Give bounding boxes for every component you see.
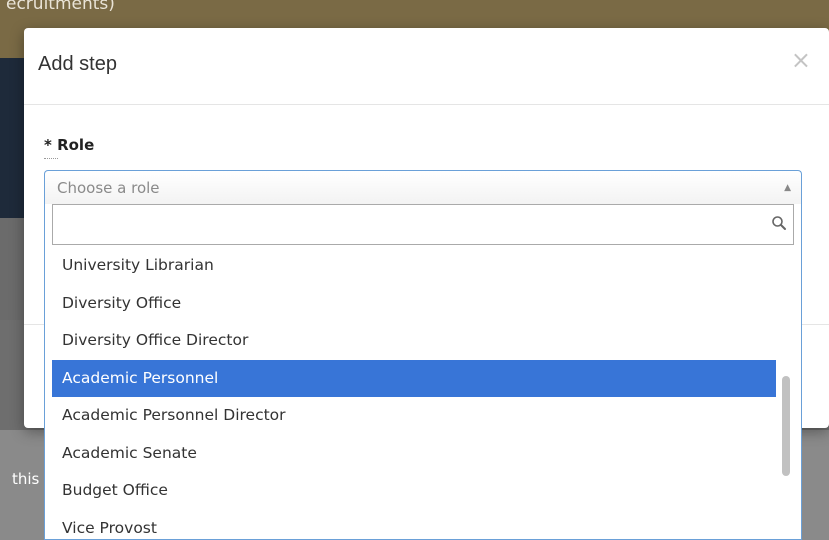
role-option[interactable]: Academic Senate <box>52 435 776 473</box>
role-option[interactable]: Diversity Office Director <box>52 322 776 360</box>
role-label-text: * Role <box>44 136 95 154</box>
role-select-placeholder: Choose a role <box>57 179 160 197</box>
role-option[interactable]: Vice Provost <box>52 510 776 540</box>
role-options-list: University Librarian Diversity Office Di… <box>52 247 776 540</box>
options-scrollbar[interactable] <box>779 252 793 540</box>
role-option-highlighted[interactable]: Academic Personnel <box>52 359 776 397</box>
modal-header: Add step × <box>24 28 829 105</box>
background-panel <box>0 58 24 218</box>
role-option[interactable]: University Librarian <box>52 247 776 285</box>
role-option[interactable]: Academic Personnel Director <box>52 397 776 435</box>
role-option[interactable]: Diversity Office <box>52 285 776 323</box>
role-search-field[interactable] <box>52 204 794 246</box>
background-text: this <box>12 470 40 488</box>
role-select[interactable]: Choose a role ▲ <box>44 170 802 204</box>
required-underline <box>44 158 58 159</box>
background-title: ecruitments) <box>6 0 115 14</box>
modal-title: Add step <box>38 53 117 75</box>
role-label: * Role <box>44 136 95 159</box>
role-option[interactable]: Budget Office <box>52 472 776 510</box>
search-icon <box>772 216 786 230</box>
scrollbar-thumb[interactable] <box>782 376 790 476</box>
close-icon[interactable]: × <box>791 48 811 72</box>
role-dropdown: University Librarian Diversity Office Di… <box>44 204 802 540</box>
role-search-input[interactable] <box>53 205 763 246</box>
chevron-up-icon[interactable]: ▲ <box>784 183 791 193</box>
